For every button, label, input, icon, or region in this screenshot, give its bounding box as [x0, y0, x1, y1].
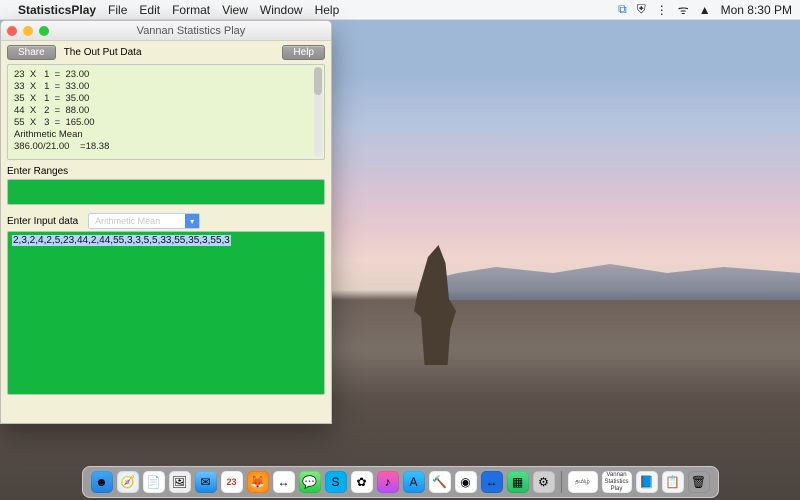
window-title: Vannan Statistics Play	[57, 25, 325, 37]
wifi-icon[interactable]: ⋮	[656, 3, 668, 17]
menubar-help[interactable]: Help	[315, 3, 340, 17]
menubar-format[interactable]: Format	[172, 3, 210, 17]
menubar-window[interactable]: Window	[260, 3, 303, 17]
teamviewer2-icon[interactable]: ↔	[481, 471, 503, 493]
calendar-icon[interactable]: 23	[221, 471, 243, 493]
menubar-file[interactable]: File	[108, 3, 127, 17]
appstore-icon[interactable]: A	[403, 471, 425, 493]
messages-icon[interactable]: 💬	[299, 471, 321, 493]
output-text: 23 X 1 = 23.00 33 X 1 = 33.00 35 X 1 = 3…	[14, 69, 109, 152]
menubar: StatisticsPlay File Edit Format View Win…	[0, 0, 800, 20]
doc2-icon[interactable]: 📋	[662, 471, 684, 493]
dock-wrap: ☻🧭📄🖼✉23🦊↔💬S✿♪A🔨◉↔▦⚙தமிழ்Vannan Statistic…	[0, 466, 800, 498]
zoom-icon[interactable]	[39, 26, 49, 36]
input-data-value: 2,3,2,4,2,5,23,44,2,44,55,3,3,5,5,33,55,…	[12, 235, 231, 246]
method-select-text: Arithmetic Mean	[89, 216, 185, 226]
itunes-icon[interactable]: ♪	[377, 471, 399, 493]
dock: ☻🧭📄🖼✉23🦊↔💬S✿♪A🔨◉↔▦⚙தமிழ்Vannan Statistic…	[82, 466, 719, 498]
settings-icon[interactable]: ⚙	[533, 471, 555, 493]
doc1-icon[interactable]: 📘	[636, 471, 658, 493]
photos-icon[interactable]: ✿	[351, 471, 373, 493]
preview-icon[interactable]: 🖼	[169, 471, 191, 493]
teamviewer-status-icon[interactable]: ⧉	[618, 2, 627, 17]
ranges-input[interactable]	[7, 179, 325, 205]
menubar-app-name[interactable]: StatisticsPlay	[18, 3, 96, 17]
app-window: Vannan Statistics Play Share The Out Put…	[0, 20, 332, 424]
vannan-label[interactable]: Vannan Statistics Play	[602, 471, 632, 493]
output-label: The Out Put Data	[64, 47, 142, 58]
close-icon[interactable]	[7, 26, 17, 36]
output-textbox[interactable]: 23 X 1 = 23.00 33 X 1 = 33.00 35 X 1 = 3…	[7, 64, 325, 160]
numbers-icon[interactable]: ▦	[507, 471, 529, 493]
firefox-icon[interactable]: 🦊	[247, 471, 269, 493]
input-data-textbox[interactable]: 2,3,2,4,2,5,23,44,2,44,55,3,3,5,5,33,55,…	[7, 231, 325, 395]
mail-icon[interactable]: ✉	[195, 471, 217, 493]
method-select[interactable]: Arithmetic Mean ▾	[88, 213, 200, 229]
safari-icon[interactable]: 🧭	[117, 471, 139, 493]
menubar-edit[interactable]: Edit	[139, 3, 160, 17]
menubar-clock[interactable]: Mon 8:30 PM	[721, 3, 792, 17]
share-button[interactable]: Share	[7, 45, 56, 60]
textedit-icon[interactable]: 📄	[143, 471, 165, 493]
tamil-label[interactable]: தமிழ்	[568, 471, 598, 493]
trash-icon[interactable]: 🗑	[688, 471, 710, 493]
teamviewer-icon[interactable]: ↔	[273, 471, 295, 493]
xcode-icon[interactable]: 🔨	[429, 471, 451, 493]
finder-icon[interactable]: ☻	[91, 471, 113, 493]
wifi-icon[interactable]: ᯤ	[678, 1, 689, 18]
ranges-label: Enter Ranges	[7, 166, 325, 177]
menubar-view[interactable]: View	[222, 3, 248, 17]
shield-status-icon[interactable]: ⛨	[637, 2, 646, 17]
dock-separator	[561, 471, 562, 493]
chevron-down-icon[interactable]: ▾	[185, 214, 199, 228]
skype-icon[interactable]: S	[325, 471, 347, 493]
window-titlebar[interactable]: Vannan Statistics Play	[1, 21, 331, 41]
minimize-icon[interactable]	[23, 26, 33, 36]
chrome-icon[interactable]: ◉	[455, 471, 477, 493]
input-data-label: Enter Input data	[7, 216, 78, 227]
output-scrollbar-thumb[interactable]	[314, 67, 322, 95]
volume-icon[interactable]: ▲	[699, 3, 711, 17]
help-button[interactable]: Help	[282, 45, 325, 60]
